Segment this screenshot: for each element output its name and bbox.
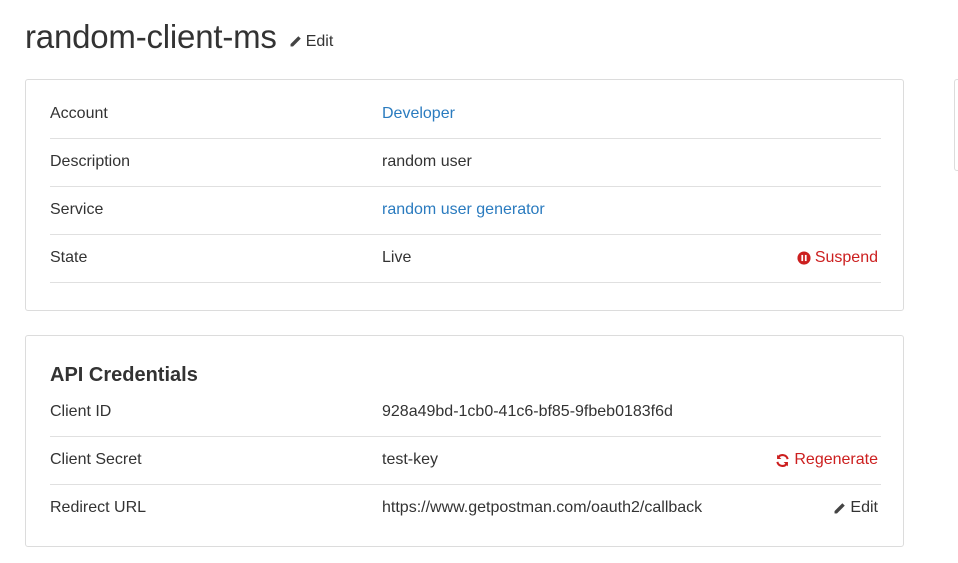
regenerate-button[interactable]: Regenerate [775,451,878,469]
credentials-row-client-secret: Client Secret test-key Regenerate [50,437,881,485]
side-panel [954,79,958,171]
credentials-row-redirect-url: Redirect URL https://www.getpostman.com/… [50,485,881,533]
state-value: Live [382,249,412,266]
suspend-button[interactable]: Suspend [797,249,878,267]
service-link[interactable]: random user generator [382,201,545,219]
edit-title-label: Edit [305,32,334,50]
credentials-row-client-id: Client ID 928a49bd-1cb0-41c6-bf85-9fbeb0… [50,389,881,437]
edit-title-button[interactable]: Edit [289,32,334,51]
api-credentials-card: API Credentials Client ID 928a49bd-1cb0-… [25,335,904,547]
pencil-icon [835,502,846,513]
client-secret-value: test-key [382,451,439,468]
edit-redirect-url-label: Edit [850,499,878,516]
application-page: random-client-ms Edit Account Developer … [0,0,958,563]
api-credentials-title: API Credentials [50,364,198,386]
refresh-icon [776,453,790,467]
details-row-description: Description random user [50,139,881,187]
details-list: Account Developer Description random use… [50,91,881,283]
suspend-label: Suspend [814,249,878,266]
client-id-label: Client ID [50,403,112,420]
description-value: random user [382,153,472,170]
redirect-url-value: https://www.getpostman.com/oauth2/callba… [382,499,703,516]
pause-circle-icon [797,251,811,265]
account-label: Account [50,105,108,122]
description-label: Description [50,153,131,170]
details-row-state: State Live Suspend [50,235,881,283]
edit-redirect-url-button[interactable]: Edit [833,499,878,517]
details-row-account: Account Developer [50,91,881,139]
state-label: State [50,249,88,266]
client-id-value: 928a49bd-1cb0-41c6-bf85-9fbeb0183f6d [382,403,673,420]
pencil-icon [290,36,301,47]
redirect-url-label: Redirect URL [50,499,147,516]
details-row-service: Service random user generator [50,187,881,235]
credentials-list: Client ID 928a49bd-1cb0-41c6-bf85-9fbeb0… [50,389,881,533]
application-details-card: Account Developer Description random use… [25,79,904,311]
page-header: random-client-ms Edit [25,18,333,56]
account-link[interactable]: Developer [382,105,455,123]
regenerate-label: Regenerate [794,451,878,468]
page-title: random-client-ms [25,18,277,55]
service-label: Service [50,201,104,218]
client-secret-label: Client Secret [50,451,142,468]
